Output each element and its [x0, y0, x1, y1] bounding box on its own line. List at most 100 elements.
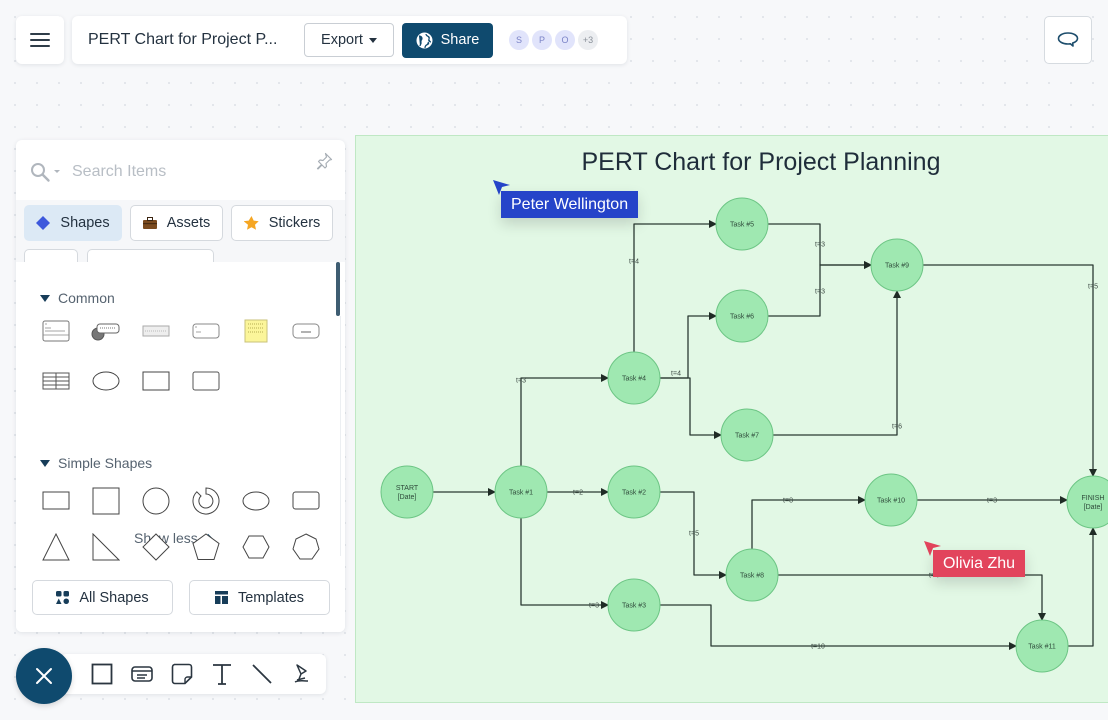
text-tool[interactable] — [210, 662, 234, 686]
tab-stickers[interactable]: Stickers — [231, 205, 333, 241]
avatar[interactable]: P — [532, 30, 552, 50]
node-t11[interactable]: Task #11 — [1015, 619, 1069, 673]
avatar[interactable]: O — [555, 30, 575, 50]
tab-label: Assets — [166, 215, 211, 231]
node-finish[interactable]: FINISH [Date] — [1066, 475, 1108, 529]
edge-t9-finish[interactable] — [923, 264, 1097, 477]
line-tool[interactable] — [250, 662, 274, 686]
callout-shape-icon — [91, 323, 120, 341]
document-title[interactable]: PERT Chart for Project P... — [88, 31, 296, 49]
search-icon[interactable] — [30, 162, 64, 184]
templates-button[interactable]: Templates — [189, 580, 330, 615]
node-label: Task #8 — [740, 573, 764, 580]
rectangle-tool[interactable] — [90, 662, 114, 686]
edge-duration-label: t=5 — [689, 531, 699, 538]
panel-scrollbar[interactable] — [336, 262, 340, 316]
sticky-note-icon — [171, 663, 193, 685]
collaborator-cursor-label: Peter Wellington — [501, 191, 639, 218]
heptagon[interactable] — [291, 532, 321, 562]
node-label: [Date] — [1084, 504, 1103, 511]
close-toolbar-button[interactable] — [16, 648, 72, 704]
edge-duration-label: t=4 — [629, 259, 639, 266]
node-t8[interactable]: Task #8 — [725, 548, 779, 602]
node-t9[interactable]: Task #9 — [870, 238, 924, 292]
node-t7[interactable]: Task #7 — [720, 408, 774, 462]
sticky-note-tool[interactable] — [170, 662, 194, 686]
donut[interactable] — [191, 486, 221, 516]
rectangle-shape-icon — [142, 371, 170, 391]
node-circle[interactable] — [1066, 475, 1108, 529]
square-icon — [92, 487, 120, 515]
edge-t1-t4[interactable] — [520, 374, 609, 466]
ellipse-icon — [242, 491, 270, 511]
pen-tool[interactable] — [290, 662, 314, 686]
node-circle[interactable] — [380, 465, 434, 519]
globe-icon — [416, 32, 433, 48]
rounded-rectangle-shape-icon — [192, 371, 220, 391]
all-shapes-button[interactable]: All Shapes — [32, 580, 173, 615]
more-collaborators-badge[interactable]: +3 — [578, 30, 598, 50]
diagram-title[interactable]: PERT Chart for Project Planning — [582, 148, 941, 176]
shapes-grid-icon — [56, 591, 70, 604]
edge-t4-t7[interactable] — [660, 377, 722, 439]
tab-assets[interactable]: Assets — [130, 205, 223, 241]
edge-t4-t6[interactable] — [660, 312, 717, 379]
node-t10[interactable]: Task #10 — [864, 473, 918, 527]
callout-shape[interactable] — [91, 316, 121, 346]
hexagon[interactable] — [241, 532, 271, 562]
node-t4[interactable]: Task #4 — [607, 351, 661, 405]
square[interactable] — [91, 486, 121, 516]
sticky-note-shape[interactable] — [241, 316, 271, 346]
edge-t8-t11[interactable] — [778, 574, 1046, 621]
class-shape[interactable] — [41, 316, 71, 346]
edge-t4-t5[interactable] — [633, 220, 717, 352]
pen-icon — [294, 664, 309, 683]
edge-duration-label: t=8 — [783, 498, 793, 505]
button-shape[interactable] — [291, 316, 321, 346]
node-t1[interactable]: Task #1 — [494, 465, 548, 519]
ui-bar-shape-icon — [142, 325, 170, 337]
diamond[interactable] — [141, 532, 171, 562]
export-button[interactable]: Export — [304, 23, 394, 57]
node-label: Task #9 — [885, 263, 909, 270]
rounded-rectangle-shape[interactable] — [191, 366, 221, 396]
node-label: Task #11 — [1028, 644, 1056, 651]
right-triangle[interactable] — [91, 532, 121, 562]
rounded-rectangle[interactable] — [291, 486, 321, 516]
ui-bar-shape[interactable] — [141, 316, 171, 346]
node-t2[interactable]: Task #2 — [607, 465, 661, 519]
triangle[interactable] — [41, 532, 71, 562]
comments-button[interactable] — [1044, 16, 1092, 64]
ellipse-shape[interactable] — [91, 366, 121, 396]
tab-shapes[interactable]: Shapes — [24, 205, 122, 241]
circle[interactable] — [141, 486, 171, 516]
edge-t7-t9[interactable] — [773, 290, 901, 436]
share-button[interactable]: Share — [402, 22, 493, 58]
edge-t3-t11[interactable] — [660, 604, 1017, 650]
rectangle-shape[interactable] — [141, 366, 171, 396]
node-label: START — [396, 485, 419, 492]
text-card-tool[interactable] — [130, 662, 154, 686]
rectangle-icon — [42, 491, 70, 510]
note-card-shape[interactable] — [191, 316, 221, 346]
node-t6[interactable]: Task #6 — [715, 289, 769, 343]
table-shape[interactable] — [41, 366, 71, 396]
node-t3[interactable]: Task #3 — [607, 578, 661, 632]
search-input[interactable] — [72, 160, 292, 184]
diagram-canvas[interactable]: PERT Chart for Project Planning t=3 t=2 t=… — [355, 135, 1108, 703]
section-simple-shapes-header[interactable]: Simple Shapes — [40, 455, 152, 471]
section-common-header[interactable]: Common — [40, 290, 115, 306]
pin-icon[interactable] — [315, 152, 333, 170]
edge-t8-t10[interactable] — [751, 496, 866, 549]
node-t5[interactable]: Task #5 — [715, 197, 769, 251]
pentagon[interactable] — [191, 532, 221, 562]
avatar[interactable]: S — [509, 30, 529, 50]
panel-tabs: Shapes Assets Stickers — [16, 200, 345, 269]
rectangle[interactable] — [41, 486, 71, 516]
edge-t11-finish[interactable] — [1068, 527, 1097, 647]
edge-t1-t3[interactable] — [520, 518, 609, 609]
node-start[interactable]: START [Date] — [380, 465, 434, 519]
ellipse[interactable] — [241, 486, 271, 516]
diamond-shape-icon — [142, 533, 170, 561]
main-menu-button[interactable] — [16, 16, 64, 64]
